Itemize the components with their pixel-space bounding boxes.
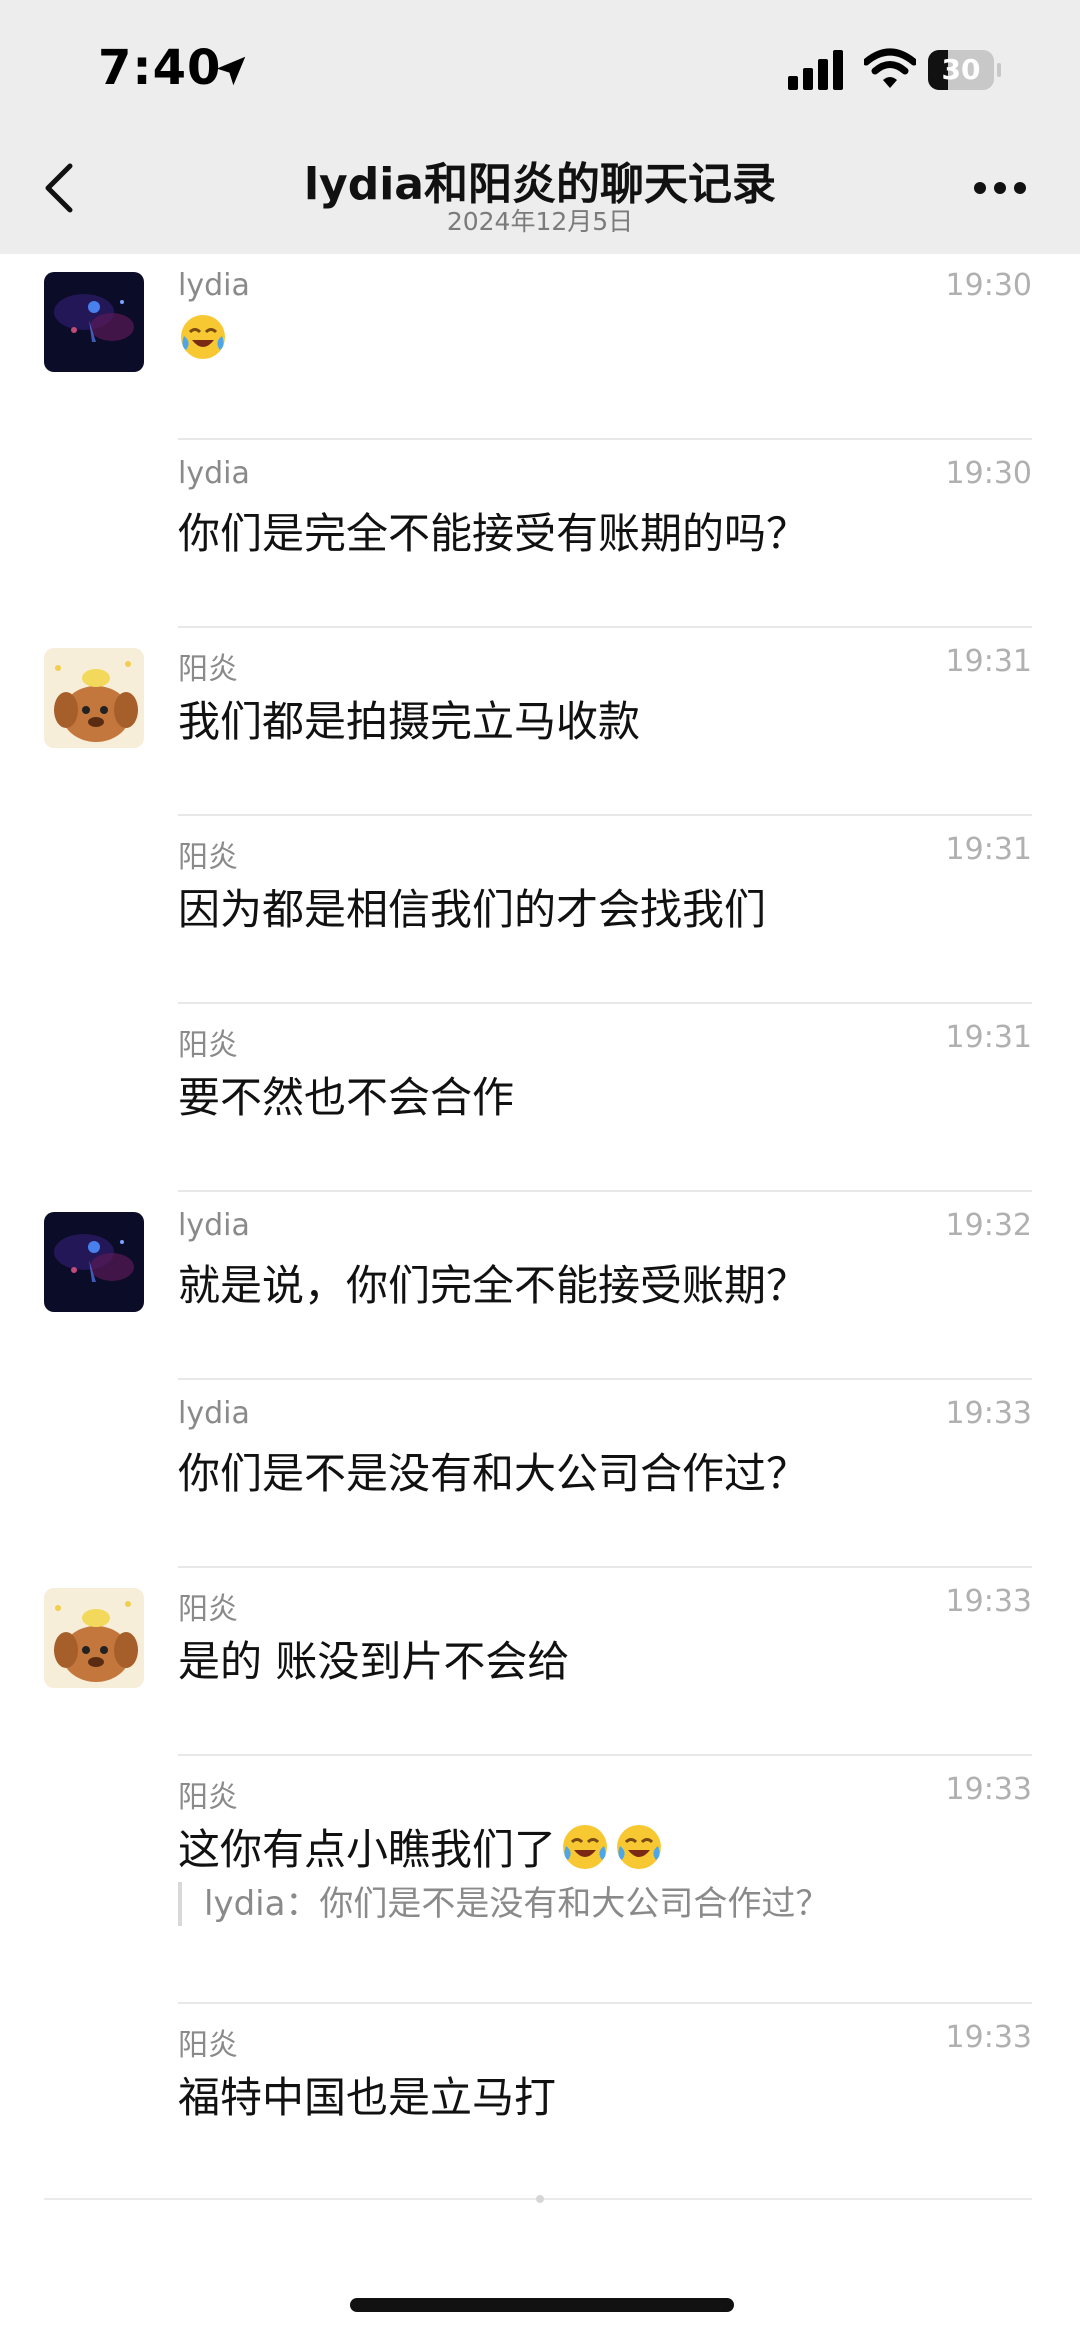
wifi-icon	[864, 48, 916, 88]
message-time: 19:30	[945, 456, 1032, 491]
list-item: 阳炎 19:33 福特中国也是立马打	[0, 2004, 1080, 2192]
list-item: lydia 19:30 你们是完全不能接受有账期的吗？	[0, 440, 1080, 628]
list-item: 阳炎 19:31 我们都是拍摄完立马收款	[0, 628, 1080, 816]
message-time: 19:31	[945, 644, 1032, 679]
avatar[interactable]	[44, 1212, 144, 1312]
list-item: lydia 19:30	[0, 252, 1080, 440]
status-time: 7:40	[98, 40, 222, 96]
message-time: 19:30	[945, 268, 1032, 303]
message-text: 福特中国也是立马打	[178, 2073, 557, 2122]
location-arrow-icon	[216, 56, 246, 86]
sender-name: lydia	[178, 268, 250, 303]
page-subtitle: 2024年12月5日	[446, 207, 634, 236]
battery-indicator: 30	[928, 50, 1001, 90]
message-time: 19:33	[945, 1584, 1032, 1619]
sender-name: 阳炎	[178, 652, 238, 687]
list-item: lydia 19:32 就是说，你们完全不能接受账期？	[0, 1192, 1080, 1380]
cellular-signal-icon	[788, 50, 843, 90]
sender-name: 阳炎	[178, 1028, 238, 1063]
message-text: 因为都是相信我们的才会找我们	[178, 885, 767, 934]
message-text: 你们是完全不能接受有账期的吗？	[178, 509, 809, 558]
avatar[interactable]	[44, 1588, 144, 1688]
message-text: 这你有点小瞧我们了	[178, 1816, 664, 1877]
message-time: 19:32	[945, 1208, 1032, 1243]
top-bar: 7:40 30 lydia和阳炎的聊天记录 2024年12月5日	[0, 0, 1080, 254]
sender-name: 阳炎	[178, 1780, 238, 1815]
sender-name: 阳炎	[178, 840, 238, 875]
avatar[interactable]	[44, 272, 144, 372]
message-text-content: 这你有点小瞧我们了	[178, 1825, 557, 1874]
message-time: 19:31	[945, 1020, 1032, 1055]
message-text: 就是说，你们完全不能接受账期？	[178, 1261, 809, 1310]
sender-name: 阳炎	[178, 1592, 238, 1627]
message-text: 我们都是拍摄完立马收款	[178, 697, 641, 746]
message-time: 19:33	[945, 2020, 1032, 2055]
back-button[interactable]	[40, 160, 80, 216]
crying-laughing-emoji-icon	[178, 312, 228, 362]
message-text: 要不然也不会合作	[178, 1073, 515, 1122]
list-item: 阳炎 19:31 要不然也不会合作	[0, 1004, 1080, 1192]
quoted-message[interactable]: lydia：你们是不是没有和大公司合作过？	[178, 1882, 829, 1926]
sender-name: 阳炎	[178, 2028, 238, 2063]
sender-name: lydia	[178, 1396, 250, 1431]
crying-laughing-emoji-icon	[614, 1822, 664, 1872]
message-text: 你们是不是没有和大公司合作过？	[178, 1449, 809, 1498]
message-time: 19:33	[945, 1396, 1032, 1431]
list-item: 阳炎 19:31 因为都是相信我们的才会找我们	[0, 816, 1080, 1004]
more-options-button[interactable]	[972, 180, 1028, 196]
message-time: 19:31	[945, 832, 1032, 867]
list-item: lydia 19:33 你们是不是没有和大公司合作过？	[0, 1380, 1080, 1568]
home-indicator[interactable]	[350, 2298, 734, 2312]
sender-name: lydia	[178, 456, 250, 491]
message-time: 19:33	[945, 1772, 1032, 1807]
list-item: 阳炎 19:33 是的 账没到片不会给	[0, 1568, 1080, 1756]
message-text	[178, 312, 228, 364]
battery-level-text: 30	[941, 53, 981, 86]
sender-name: lydia	[178, 1208, 250, 1243]
list-item: 阳炎 19:33 这你有点小瞧我们了 lydia：你们是不是没有和大公司合作过？	[0, 1756, 1080, 2004]
avatar[interactable]	[44, 648, 144, 748]
crying-laughing-emoji-icon	[560, 1822, 610, 1872]
message-text: 是的 账没到片不会给	[178, 1637, 570, 1686]
end-dot	[536, 2195, 544, 2203]
